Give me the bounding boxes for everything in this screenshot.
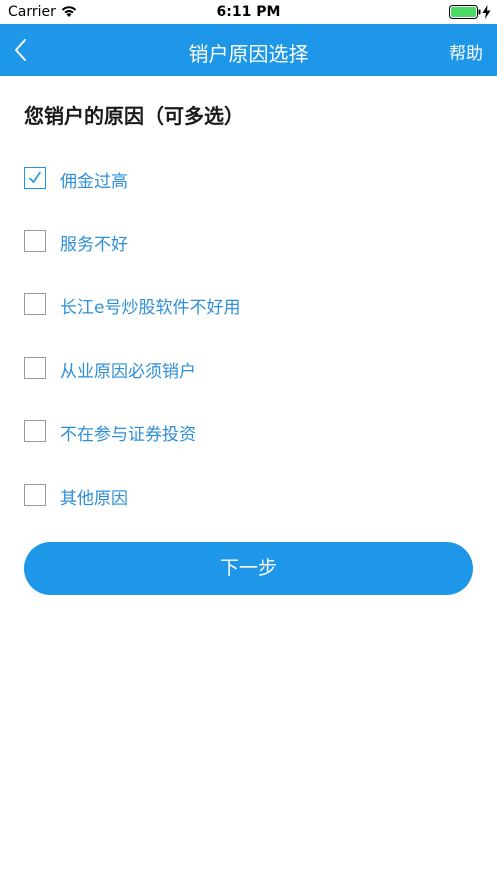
status-bar: Carrier 6:11 PM	[0, 0, 497, 24]
battery-icon	[449, 5, 481, 19]
navigation-bar: 销户原因选择 帮助	[0, 24, 497, 76]
charging-bolt-icon	[482, 5, 491, 19]
checkbox-checked[interactable]	[24, 167, 46, 189]
help-button[interactable]: 帮助	[449, 39, 483, 64]
option-label: 服务不好	[60, 235, 128, 255]
option-no-longer-investing[interactable]: 不在参与证券投资	[24, 415, 464, 447]
section-title: 您销户的原因（可多选）	[24, 104, 244, 128]
checkbox-unchecked[interactable]	[24, 484, 46, 506]
option-label: 其他原因	[60, 489, 128, 509]
option-label: 不在参与证券投资	[60, 425, 196, 445]
option-occupation-reason[interactable]: 从业原因必须销户	[24, 352, 464, 384]
next-step-button[interactable]: 下一步	[24, 542, 473, 595]
option-bad-service[interactable]: 服务不好	[24, 225, 464, 257]
option-label: 佣金过高	[60, 172, 128, 192]
option-label: 从业原因必须销户	[60, 362, 196, 382]
option-label: 长江e号炒股软件不好用	[60, 298, 241, 318]
checkbox-unchecked[interactable]	[24, 293, 46, 315]
checkmark-icon	[29, 171, 41, 183]
checkbox-unchecked[interactable]	[24, 230, 46, 252]
checkbox-unchecked[interactable]	[24, 357, 46, 379]
option-software-bad[interactable]: 长江e号炒股软件不好用	[24, 288, 464, 320]
option-commission-too-high[interactable]: 佣金过高	[24, 162, 464, 194]
checkbox-unchecked[interactable]	[24, 420, 46, 442]
option-other-reason[interactable]: 其他原因	[24, 479, 464, 511]
page-title: 销户原因选择	[188, 42, 309, 66]
status-time: 6:11 PM	[216, 4, 281, 20]
